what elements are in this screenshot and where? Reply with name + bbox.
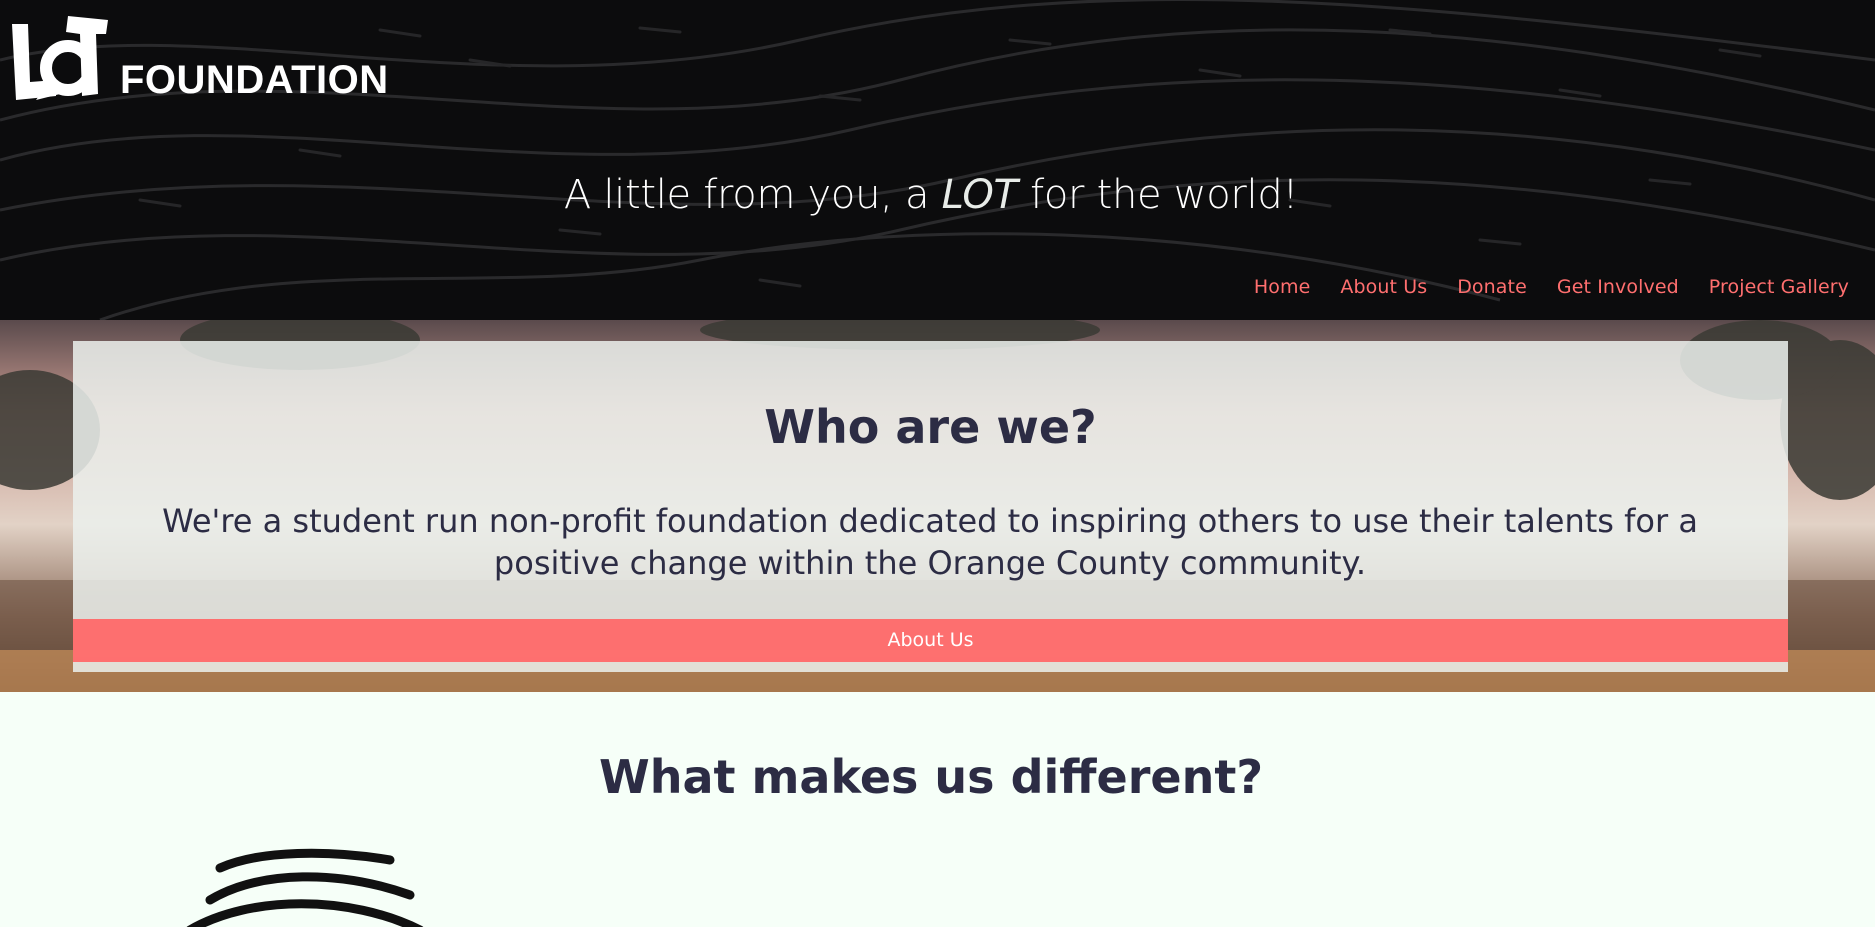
tagline-after: for the world! bbox=[1017, 172, 1299, 218]
what-makes-us-different-title: What makes us different? bbox=[598, 750, 1264, 804]
nav-item-project-gallery[interactable]: Project Gallery bbox=[1709, 276, 1849, 298]
nav-item-donate[interactable]: Donate bbox=[1457, 276, 1527, 298]
tagline-emphasis: LOT bbox=[941, 172, 1018, 218]
nav-item-home[interactable]: Home bbox=[1254, 276, 1311, 298]
nav-item-about-us[interactable]: About Us bbox=[1340, 276, 1427, 298]
who-are-we-title: Who are we? bbox=[764, 400, 1097, 454]
nav-item-get-involved[interactable]: Get Involved bbox=[1557, 276, 1679, 298]
about-us-button[interactable]: About Us bbox=[73, 619, 1788, 662]
main-nav: Home About Us Donate Get Involved Projec… bbox=[1254, 276, 1849, 298]
logo-text: FOUNDATION bbox=[120, 58, 389, 102]
wavy-lines-icon bbox=[186, 848, 424, 927]
tagline: A little from you, a LOT for the world! bbox=[0, 172, 1862, 218]
who-are-we-description: We're a student run non-profit foundatio… bbox=[162, 502, 1698, 582]
tagline-before: A little from you, a bbox=[563, 172, 942, 218]
site-header: FOUNDATION A little from you, a LOT for … bbox=[0, 0, 1875, 320]
